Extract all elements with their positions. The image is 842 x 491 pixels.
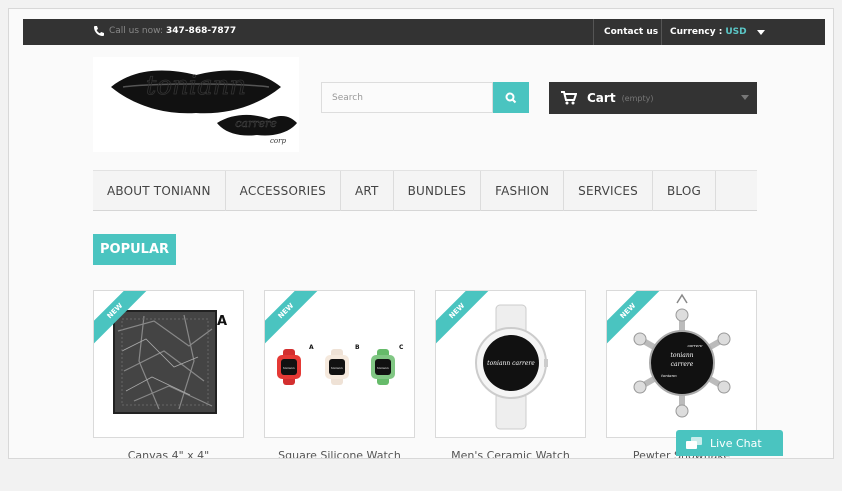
search-input[interactable] bbox=[321, 82, 493, 113]
currency-selector[interactable]: Currency : USD bbox=[661, 19, 773, 45]
svg-text:toniann: toniann bbox=[661, 373, 677, 378]
svg-text:toniann: toniann bbox=[331, 366, 342, 370]
svg-text:carrere: carrere bbox=[687, 343, 703, 348]
search-icon bbox=[505, 92, 517, 103]
lips-logo-icon: toniann carrere corp bbox=[111, 70, 297, 145]
cart-icon bbox=[561, 91, 577, 105]
svg-text:carrere: carrere bbox=[235, 117, 277, 130]
nav-item-art[interactable]: ART bbox=[341, 171, 394, 211]
svg-text:carrere: carrere bbox=[671, 361, 694, 368]
product-name[interactable]: Canvas 4" x 4" bbox=[93, 449, 244, 458]
caret-down-icon bbox=[756, 29, 765, 35]
section-title: POPULAR bbox=[93, 234, 177, 265]
svg-text:C: C bbox=[399, 344, 404, 351]
cart-block[interactable]: Cart (empty) bbox=[549, 82, 757, 114]
call-label: Call us now: bbox=[109, 26, 164, 36]
cart-label: Cart bbox=[587, 91, 616, 105]
site-logo[interactable]: toniann carrere corp bbox=[93, 57, 299, 152]
cart-status: (empty) bbox=[621, 93, 654, 103]
nav-item-blog[interactable]: BLOG bbox=[653, 171, 716, 211]
product-name[interactable]: Men's Ceramic Watch bbox=[435, 449, 586, 458]
nav-item-fashion[interactable]: FASHION bbox=[481, 171, 565, 211]
live-chat-button[interactable]: Live Chat bbox=[676, 430, 783, 456]
main-nav: ABOUT TONIANN ACCESSORIES ART BUNDLES FA… bbox=[93, 170, 757, 211]
cart-dropdown-icon bbox=[741, 95, 749, 100]
page-frame: Call us now: 347-868-7877 Contact us Cur… bbox=[8, 8, 834, 459]
chat-icon bbox=[686, 436, 702, 449]
phone-icon bbox=[94, 26, 104, 36]
svg-text:toniann: toniann bbox=[377, 366, 388, 370]
product-card[interactable]: A NEW bbox=[93, 290, 244, 438]
live-chat-label: Live Chat bbox=[710, 436, 762, 450]
nav-item-bundles[interactable]: BUNDLES bbox=[394, 171, 482, 211]
phone-info: Call us now: 347-868-7877 bbox=[93, 25, 236, 37]
top-bar: Call us now: 347-868-7877 Contact us Cur… bbox=[23, 19, 825, 45]
phone-number[interactable]: 347-868-7877 bbox=[166, 26, 236, 36]
currency-value: USD bbox=[725, 27, 747, 37]
product-card[interactable]: toniann carrere toniann carrere NEW bbox=[606, 290, 757, 438]
svg-text:toniann: toniann bbox=[146, 71, 246, 101]
nav-item-about[interactable]: ABOUT TONIANN bbox=[93, 171, 226, 211]
svg-text:toniann: toniann bbox=[670, 352, 693, 359]
search-bar bbox=[321, 82, 529, 113]
svg-text:toniann: toniann bbox=[283, 366, 294, 370]
contact-link[interactable]: Contact us bbox=[593, 19, 668, 45]
svg-text:A: A bbox=[217, 314, 227, 329]
svg-text:toniann carrere: toniann carrere bbox=[487, 360, 535, 367]
product-name[interactable]: Square Silicone Watch bbox=[264, 449, 415, 458]
currency-label: Currency : bbox=[670, 27, 723, 37]
product-card[interactable]: toniann A toniann B toniann C NEW bbox=[264, 290, 415, 438]
svg-text:B: B bbox=[355, 344, 360, 351]
product-card[interactable]: toniann carrere NEW bbox=[435, 290, 586, 438]
nav-item-accessories[interactable]: ACCESSORIES bbox=[226, 171, 341, 211]
svg-text:A: A bbox=[309, 344, 314, 351]
nav-item-services[interactable]: SERVICES bbox=[564, 171, 653, 211]
svg-text:corp: corp bbox=[270, 137, 286, 145]
search-button[interactable] bbox=[493, 82, 529, 113]
